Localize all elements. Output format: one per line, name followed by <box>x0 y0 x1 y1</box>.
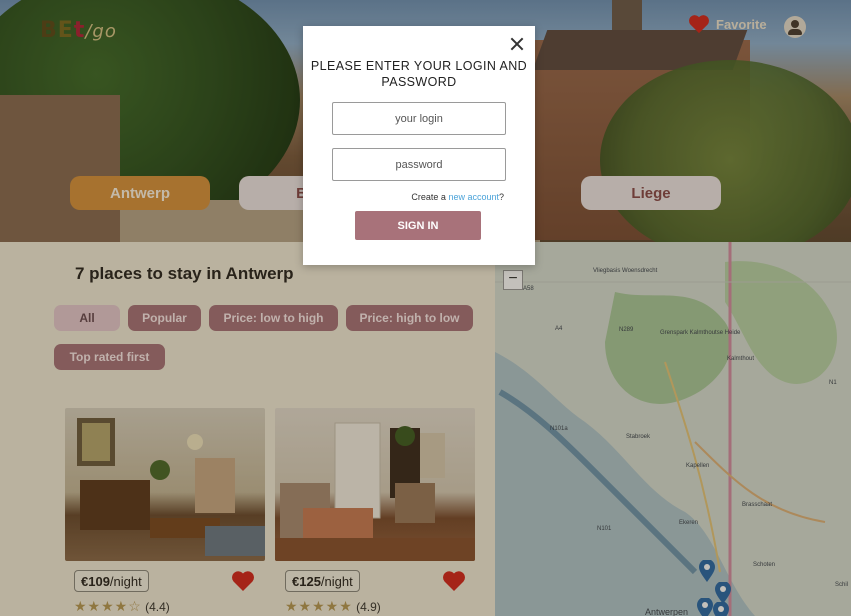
modal-heading: PLEASE ENTER YOUR LOGIN AND PASSWORD <box>310 59 528 89</box>
new-account-link[interactable]: new account <box>448 192 499 202</box>
create-suffix: ? <box>498 192 504 202</box>
close-icon[interactable] <box>509 36 525 52</box>
login-input[interactable] <box>332 102 506 135</box>
create-prefix: Create a <box>411 192 449 202</box>
create-account-text: Create a new account? <box>303 192 535 202</box>
sign-in-button[interactable]: SIGN IN <box>355 211 481 240</box>
login-modal: PLEASE ENTER YOUR LOGIN AND PASSWORD Cre… <box>303 26 535 265</box>
password-input[interactable] <box>332 148 506 181</box>
